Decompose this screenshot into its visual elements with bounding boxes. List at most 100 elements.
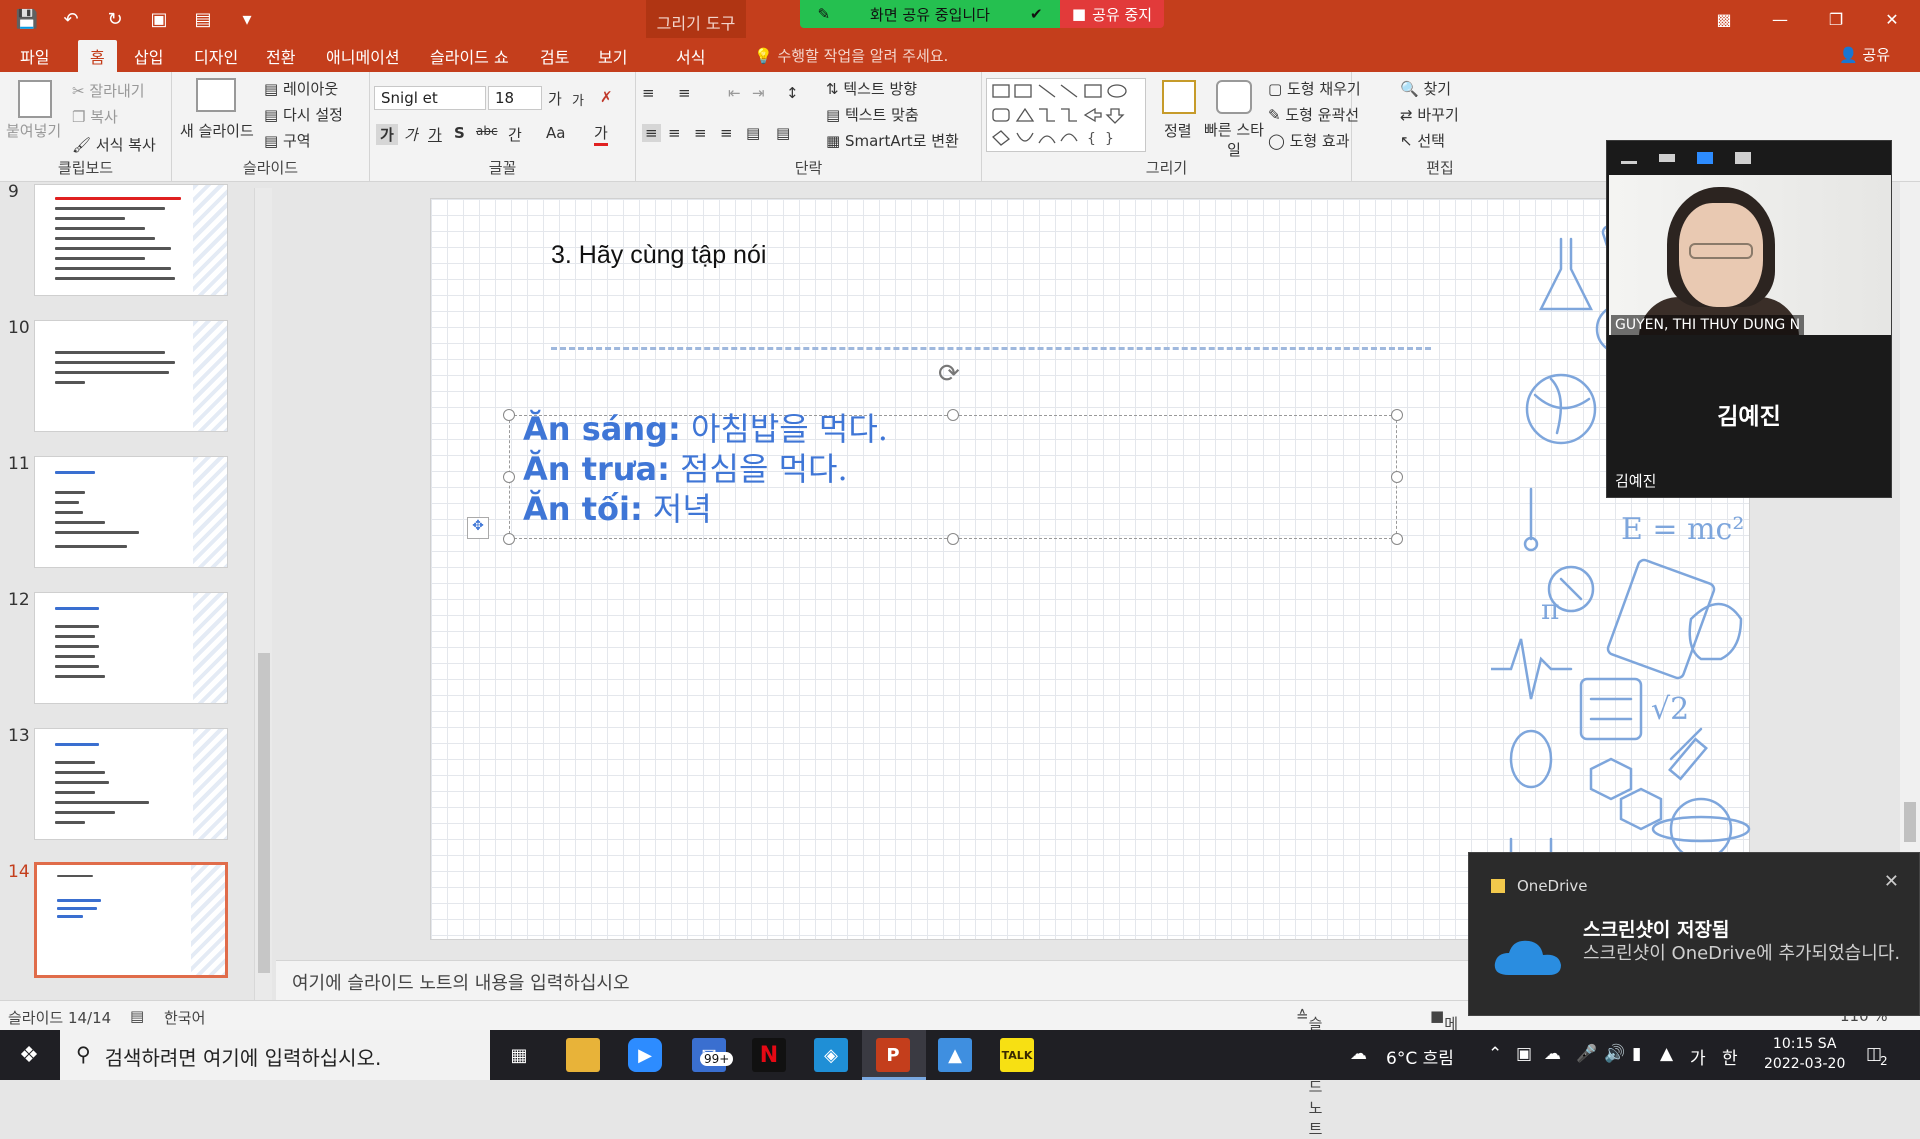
align-left-icon[interactable]: ≡ [642, 124, 661, 142]
reset-button[interactable]: ▤ 다시 설정 [264, 104, 343, 125]
resize-handle[interactable] [947, 409, 959, 421]
align-text-button[interactable]: ▤ 텍스트 맞춤 [826, 104, 919, 125]
thumbnail-scrollbar[interactable] [254, 188, 272, 1000]
find-button[interactable]: 🔍 찾기 [1400, 78, 1451, 99]
new-slide-icon[interactable] [196, 78, 236, 112]
replace-button[interactable]: ⇄ 바꾸기 [1400, 104, 1459, 125]
minimize-video-icon[interactable] [1621, 160, 1637, 164]
increase-indent-icon[interactable]: ⇥ [752, 84, 765, 102]
underline-button[interactable]: 가 [428, 124, 442, 145]
windows-start-icon[interactable]: ❖ [12, 1038, 46, 1072]
taskbar-search[interactable]: ⚲ 검색하려면 여기에 입력하십시오. [60, 1030, 490, 1080]
file-explorer-icon[interactable] [566, 1038, 600, 1072]
powerpoint-icon[interactable]: P [876, 1038, 910, 1072]
copy-button[interactable]: ❐ 복사 [72, 106, 118, 127]
gallery-view-icon[interactable] [1735, 152, 1751, 164]
rotate-handle-icon[interactable]: ⟳ [938, 359, 966, 389]
italic-button[interactable]: 가 [404, 124, 418, 145]
quick-styles-button[interactable]: 빠른 스타일 [1204, 120, 1264, 160]
share-button[interactable]: 👤 공유 [1839, 44, 1890, 65]
translator-icon[interactable]: ◈ [814, 1038, 848, 1072]
tab-home[interactable]: 홈 [78, 40, 117, 72]
quick-styles-icon[interactable] [1216, 80, 1252, 114]
slide-thumbnail-12[interactable] [34, 592, 228, 704]
resize-handle[interactable] [1391, 471, 1403, 483]
comments-toggle[interactable]: ■ 메모 [1430, 1007, 1458, 1054]
shape-outline-button[interactable]: ✎ 도형 윤곽선 [1268, 104, 1359, 125]
format-painter-button[interactable]: 🖌 서식 복사 [72, 134, 156, 155]
distributed-icon[interactable]: ▤ [746, 124, 760, 142]
bullets-icon[interactable]: ≡ [642, 84, 655, 102]
numbering-icon[interactable]: ≡ [678, 84, 691, 102]
microphone-icon[interactable]: 🎤 [1576, 1044, 1597, 1064]
grow-font-button[interactable]: 가 [548, 88, 562, 109]
ime-hangul-indicator[interactable]: 한 [1722, 1044, 1738, 1069]
slide-thumbnail-14[interactable] [34, 862, 228, 978]
shrink-font-button[interactable]: 가 [572, 90, 584, 109]
scrollbar-thumb[interactable] [1904, 802, 1916, 842]
shadow-button[interactable]: S [454, 124, 465, 142]
redo-icon[interactable]: ↻ [102, 6, 128, 32]
align-center-icon[interactable]: ≡ [668, 124, 681, 142]
columns-icon[interactable]: ▤ [776, 124, 790, 142]
slide-thumbnail-13[interactable] [34, 728, 228, 840]
ribbon-display-icon[interactable]: ▩ [1696, 0, 1752, 38]
tab-view[interactable]: 보기 [598, 44, 627, 68]
arrange-icon[interactable] [1162, 80, 1196, 114]
tab-transitions[interactable]: 전환 [266, 44, 295, 68]
tab-design[interactable]: 디자인 [194, 44, 238, 68]
shapes-gallery[interactable]: {} [986, 78, 1146, 152]
layout-button[interactable]: ▤ 레이아웃 [264, 78, 338, 99]
wifi-icon[interactable]: ▲ [1660, 1044, 1673, 1064]
slide-canvas[interactable]: 3. Hãy cùng tập nói ⟳ ✥ Ăn sáng: 아침밥을 먹다… [430, 198, 1751, 940]
resize-handle[interactable] [1391, 409, 1403, 421]
weather-icon[interactable]: ☁ [1350, 1044, 1367, 1064]
justify-icon[interactable]: ≡ [720, 124, 733, 142]
hide-video-icon[interactable] [1659, 154, 1675, 162]
kakaotalk-icon[interactable]: TALK [1000, 1038, 1034, 1072]
scrollbar-thumb[interactable] [258, 653, 270, 973]
customize-qat-icon[interactable]: ▾ [234, 6, 260, 32]
battery-icon[interactable]: ▮ [1632, 1044, 1641, 1064]
slide-title[interactable]: 3. Hãy cùng tập nói [551, 241, 766, 270]
tell-me-box[interactable]: 💡 수행할 작업을 알려 주세요. [754, 45, 948, 66]
weather-text[interactable]: 6°C 흐림 [1386, 1044, 1454, 1069]
layout-options-icon[interactable]: ✥ [467, 517, 489, 539]
tab-slideshow[interactable]: 슬라이드 쇼 [430, 44, 509, 68]
paste-button[interactable]: 붙여넣기 [6, 120, 61, 141]
photos-icon[interactable]: ▲ [938, 1038, 972, 1072]
bold-button[interactable]: 가 [376, 124, 398, 145]
slide-thumbnail-11[interactable] [34, 456, 228, 568]
font-icon[interactable]: ▤ [190, 6, 216, 32]
close-icon[interactable]: ✕ [1884, 871, 1899, 892]
line-spacing-icon[interactable]: ↕ [786, 84, 799, 102]
clock[interactable]: 10:15 SA 2022-03-20 [1764, 1034, 1845, 1074]
resize-handle[interactable] [503, 409, 515, 421]
save-icon[interactable]: 💾 [14, 6, 40, 32]
text-direction-button[interactable]: ⇅ 텍스트 방향 [826, 78, 917, 99]
undo-icon[interactable]: ↶ [58, 6, 84, 32]
presentation-icon[interactable]: ▣ [146, 6, 172, 32]
onedrive-tray-icon[interactable]: ☁ [1544, 1044, 1561, 1064]
smartart-button[interactable]: ▦ SmartArt로 변환 [826, 130, 959, 151]
notes-toggle[interactable]: ≙ 슬라이드 노트 [1296, 1007, 1322, 1138]
select-button[interactable]: ↖ 선택 [1400, 130, 1445, 151]
resize-handle[interactable] [947, 533, 959, 545]
maximize-button[interactable]: ❐ [1808, 0, 1864, 38]
zoom-app-icon[interactable]: ▶ [628, 1038, 662, 1072]
resize-handle[interactable] [503, 533, 515, 545]
stop-share-button[interactable]: ■ 공유 중지 [1060, 0, 1164, 28]
volume-icon[interactable]: 🔊 [1604, 1044, 1625, 1064]
language-indicator[interactable]: 한국어 [164, 1007, 205, 1028]
slide-thumbnail-9[interactable] [34, 184, 228, 296]
tab-review[interactable]: 검토 [540, 44, 569, 68]
paste-icon[interactable] [18, 80, 52, 118]
font-size-combo[interactable]: 18 [488, 86, 542, 110]
task-view-icon[interactable]: ▦ [502, 1038, 536, 1072]
char-spacing-button[interactable]: 간 [508, 124, 522, 145]
cut-button[interactable]: ✂ 잘라내기 [72, 80, 145, 101]
slide-body-text[interactable]: Ăn sáng: 아침밥을 먹다. Ăn trưa: 점심을 먹다. Ăn tố… [523, 409, 888, 529]
shape-fill-button[interactable]: ▢ 도형 채우기 [1268, 78, 1361, 99]
tab-animations[interactable]: 애니메이션 [326, 44, 400, 68]
chevron-up-icon[interactable]: ⌃ [1488, 1044, 1502, 1064]
